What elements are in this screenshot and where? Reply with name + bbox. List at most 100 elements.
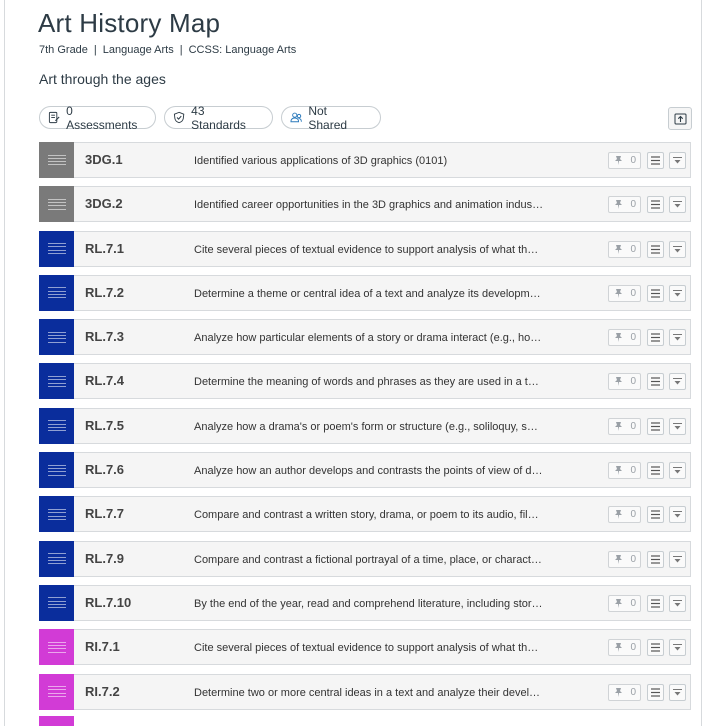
grade-label: 7th Grade [39, 44, 88, 56]
hamburger-icon [651, 555, 660, 564]
pin-count-button[interactable]: 0 [608, 196, 641, 214]
row-dropdown-button[interactable] [669, 639, 686, 657]
row-menu-button[interactable] [647, 683, 664, 701]
standard-description: Analyze how an author develops and contr… [194, 465, 544, 478]
pin-count: 0 [630, 597, 636, 609]
subject-label: Language Arts [102, 44, 174, 56]
row-menu-button[interactable] [647, 550, 664, 568]
standard-row[interactable]: 3DG.2 Identified career opportunities in … [39, 186, 691, 223]
hamburger-icon [651, 422, 660, 431]
chevron-down-icon [673, 422, 682, 430]
standard-color-swatch[interactable] [39, 230, 74, 267]
pin-count: 0 [630, 509, 636, 521]
standard-code: RL.7.3 [85, 329, 125, 345]
standard-color-swatch[interactable] [39, 584, 74, 621]
standard-color-swatch[interactable] [39, 363, 74, 400]
standard-row[interactable]: RL.7.7 Compare and contrast a written sto… [39, 496, 691, 533]
row-menu-button[interactable] [647, 594, 664, 612]
row-dropdown-button[interactable] [669, 196, 686, 214]
pin-count-button[interactable]: 0 [608, 594, 641, 612]
standard-row[interactable]: RI.7.2 Determine two or more central idea… [39, 673, 691, 710]
standard-color-swatch[interactable] [39, 673, 74, 710]
standard-row[interactable]: RL.7.3 Analyze how particular elements of… [39, 319, 691, 356]
standards-pill[interactable]: 43 Standards [164, 103, 273, 132]
export-button[interactable] [668, 107, 692, 130]
row-dropdown-button[interactable] [669, 683, 686, 701]
standard-color-swatch[interactable] [39, 540, 74, 577]
drag-handle-icon [47, 553, 66, 565]
standard-color-swatch[interactable] [39, 496, 74, 533]
drag-handle-icon [47, 375, 66, 387]
row-dropdown-button[interactable] [669, 240, 686, 258]
standard-row[interactable]: RI.7.1 Cite several pieces of textual evi… [39, 629, 691, 666]
row-dropdown-button[interactable] [669, 550, 686, 568]
row-menu-button[interactable] [647, 284, 664, 302]
pin-count-button[interactable]: 0 [608, 240, 641, 258]
pin-count-button[interactable]: 0 [608, 683, 641, 701]
sharing-pill[interactable]: Not Shared [281, 104, 381, 132]
row-menu-button[interactable] [647, 240, 664, 258]
standard-code: RL.7.5 [85, 417, 125, 433]
row-menu-button[interactable] [647, 462, 664, 480]
row-menu-button[interactable] [647, 196, 664, 214]
standard-row[interactable]: RL.7.2 Determine a theme or central idea … [39, 274, 691, 311]
standard-row[interactable]: RL.7.5 Analyze how a drama's or poem's fo… [39, 407, 691, 444]
row-dropdown-button[interactable] [669, 284, 686, 302]
pin-count: 0 [630, 332, 636, 344]
row-menu-button[interactable] [647, 417, 664, 435]
row-dropdown-button[interactable] [669, 462, 686, 480]
pin-icon [615, 288, 622, 298]
assessments-count: 0 Assessments [66, 103, 138, 132]
row-menu-button[interactable] [647, 373, 664, 391]
pin-icon [615, 377, 622, 387]
pin-count-button[interactable]: 0 [608, 462, 641, 480]
row-menu-button[interactable] [647, 152, 664, 169]
drag-handle-icon [47, 597, 66, 609]
pin-count-button[interactable]: 0 [608, 373, 641, 391]
standard-code: RL.7.4 [85, 373, 125, 389]
map-description: Art through the ages [39, 71, 166, 87]
row-dropdown-button[interactable] [669, 506, 686, 524]
pin-icon [615, 598, 622, 608]
standard-color-swatch[interactable] [39, 274, 74, 311]
standard-row[interactable]: RL.7.4 Determine the meaning of words and… [39, 363, 691, 400]
pin-count-button[interactable]: 0 [608, 417, 641, 435]
drag-handle-icon [47, 464, 66, 476]
pin-count: 0 [630, 287, 636, 299]
row-dropdown-button[interactable] [669, 329, 686, 347]
row-dropdown-button[interactable] [669, 373, 686, 391]
row-menu-button[interactable] [647, 506, 664, 524]
row-menu-button[interactable] [647, 639, 664, 657]
row-menu-button[interactable] [647, 329, 664, 347]
standard-row[interactable]: RL.7.6 Analyze how an author develops and… [39, 452, 691, 489]
pin-count-button[interactable]: 0 [608, 550, 641, 568]
pin-icon [615, 687, 622, 697]
standard-row[interactable]: RL.7.10 By the end of the year, read and … [39, 584, 691, 621]
standard-color-swatch[interactable] [39, 186, 74, 223]
row-dropdown-button[interactable] [669, 594, 686, 612]
pin-count-button[interactable]: 0 [608, 329, 641, 347]
assessments-pill[interactable]: 0 Assessments [39, 103, 156, 132]
row-dropdown-button[interactable] [669, 152, 686, 169]
pin-count-button[interactable]: 0 [608, 506, 641, 524]
standard-row[interactable]: 3DG.1 Identified various applications of … [39, 142, 691, 178]
pin-icon [615, 421, 622, 431]
standards-count: 43 Standards [191, 103, 246, 132]
standard-color-swatch[interactable] [39, 407, 74, 444]
users-icon [290, 112, 302, 123]
pin-count-button[interactable]: 0 [608, 639, 641, 657]
standard-row[interactable]: RL.7.9 Compare and contrast a fictional p… [39, 540, 691, 577]
standard-row[interactable]: RL.7.1 Cite several pieces of textual evi… [39, 230, 691, 267]
map-metadata: 7th Grade | Language Arts | CCSS: Language A… [39, 44, 297, 56]
standard-color-swatch[interactable] [39, 319, 74, 356]
standard-description: By the end of the year, read and compreh… [194, 597, 544, 610]
pin-count-button[interactable]: 0 [608, 152, 641, 169]
hamburger-icon [651, 466, 660, 475]
row-dropdown-button[interactable] [669, 417, 686, 435]
standard-color-swatch[interactable] [39, 452, 74, 489]
pin-count-button[interactable]: 0 [608, 284, 641, 302]
upload-icon [674, 113, 686, 124]
standard-description: Cite several pieces of textual evidence … [194, 243, 544, 256]
standard-color-swatch[interactable] [39, 142, 74, 178]
standard-color-swatch[interactable] [39, 629, 74, 666]
